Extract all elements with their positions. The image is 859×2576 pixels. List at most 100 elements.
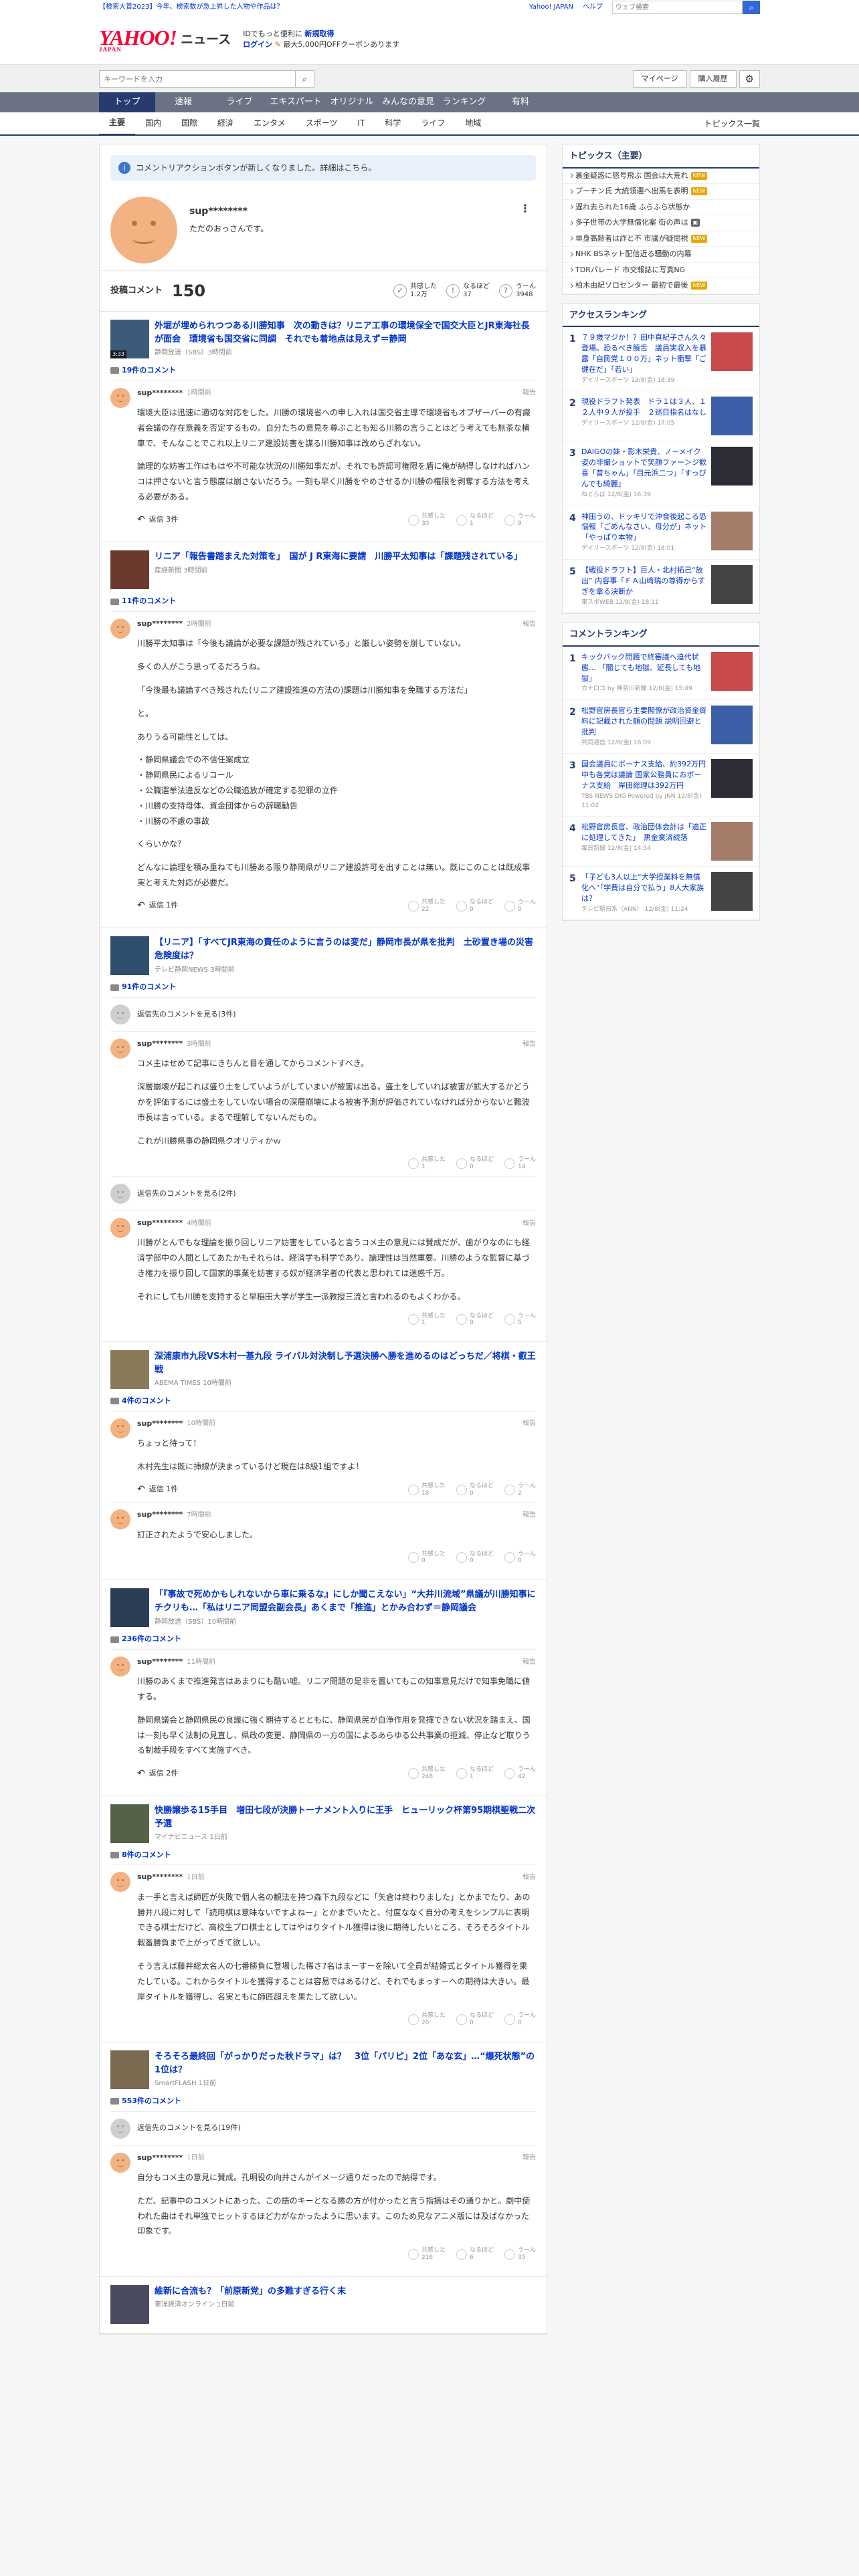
hmm-button[interactable]: うーん 14 <box>504 1156 536 1171</box>
hmm-button[interactable]: うーん 0 <box>504 899 536 914</box>
empathy-button[interactable]: 共感した 22 <box>407 899 446 914</box>
article-title[interactable]: 維新に合流も？「前原新党」の多難すぎる行く末 <box>155 2285 346 2298</box>
ranking-thumbnail[interactable] <box>711 872 753 911</box>
nav-opinions[interactable]: みんなの意見 <box>380 92 436 112</box>
empathy-button[interactable]: 共感した 248 <box>407 1766 446 1781</box>
hmm-button[interactable]: うーん 42 <box>504 1766 536 1781</box>
nav-original[interactable]: オリジナル <box>324 92 380 112</box>
ranking-thumbnail[interactable] <box>711 705 753 744</box>
subnav-life[interactable]: ライフ <box>411 112 455 134</box>
gear-icon[interactable]: ⚙ <box>739 70 760 88</box>
article-thumbnail[interactable] <box>110 550 149 590</box>
insight-button[interactable]: なるほど 0 <box>456 2012 494 2027</box>
empathy-button[interactable]: 共感した 216 <box>407 2247 446 2262</box>
subnav-domestic[interactable]: 国内 <box>135 112 171 134</box>
subnav-world[interactable]: 国際 <box>171 112 207 134</box>
reply-button[interactable]: ↶ 返信 2件 <box>137 1767 178 1781</box>
article-title[interactable]: リニア「報告書踏まえた対策を」 国が J R東海に要請 川勝平太知事は「課題残さ… <box>155 550 522 564</box>
login-link[interactable]: ログイン <box>243 40 272 49</box>
ranking-thumbnail[interactable] <box>711 759 753 798</box>
nav-top[interactable]: トップ <box>99 92 155 112</box>
subnav-economy[interactable]: 経済 <box>207 112 244 134</box>
topic-item[interactable]: 遅れ去られた16歳 ふらふら状態か <box>563 200 759 215</box>
insight-button[interactable]: なるほど 0 <box>456 1551 494 1566</box>
ranking-title[interactable]: キックバック問題で終審議へ迫代状態… 「閣じても地獄、延長しても地獄」 <box>581 652 707 684</box>
notice-banner[interactable]: i コメントリアクションボタンが新しくなりました。詳細はこちら。 <box>110 155 536 181</box>
insight-button[interactable]: なるほど 0 <box>456 1313 494 1327</box>
hmm-button[interactable]: うーん 0 <box>504 1551 536 1566</box>
article-thumbnail[interactable] <box>110 1804 149 1843</box>
comment-user[interactable]: sup******** <box>137 1039 183 1050</box>
ranking-title[interactable]: 松野官房長官ら主要閣僚が政治資金資料に記載された額の問題 説明回避と批判 <box>581 706 707 738</box>
article-thumbnail[interactable] <box>110 936 149 976</box>
hmm-button[interactable]: うーん 0 <box>504 2012 536 2027</box>
ranking-item[interactable]: 3 国会議員にボーナス支給、約392万円中も各党は議論 国家公務員におボーナス支… <box>563 754 759 817</box>
empathy-button[interactable]: 共感した 1 <box>407 1313 446 1327</box>
nav-live[interactable]: ライブ <box>211 92 268 112</box>
article-thumbnail[interactable] <box>110 2050 149 2090</box>
subnav-it[interactable]: IT <box>347 112 375 134</box>
comment-count-link[interactable]: 91件のコメント <box>110 982 536 993</box>
report-link[interactable]: 報告 <box>522 1218 536 1228</box>
ranking-item[interactable]: 4 松野官房長官、政治団体会計は「適正に処理してきた」 黒金業済続落 毎日新聞 … <box>563 817 759 867</box>
comment-user[interactable]: sup******** <box>137 1872 183 1883</box>
ranking-thumbnail[interactable] <box>711 651 753 691</box>
keyword-input[interactable] <box>99 70 296 88</box>
ranking-title[interactable]: 「子ども3人以上“大学授業料を無償化へ”「学費は自分で払う」8人大家族は？ <box>581 872 707 904</box>
ranking-item[interactable]: 2 松野官房長官ら主要閣僚が政治資金資料に記載された額の問題 説明回避と批判 共… <box>563 700 759 754</box>
ranking-thumbnail[interactable] <box>711 332 753 371</box>
ranking-thumbnail[interactable] <box>711 822 753 861</box>
comment-user[interactable]: sup******** <box>137 1418 183 1430</box>
reply-button[interactable]: ↶ 返信 3件 <box>137 513 178 527</box>
comment-user[interactable]: sup******** <box>137 1218 183 1229</box>
ranking-item[interactable]: 2 現役ドラフト発表 ドラ１は３人、１２人中９人が投手 ２巡目指名はなし デイリ… <box>563 391 759 442</box>
insight-button[interactable]: なるほど 0 <box>456 1156 494 1171</box>
nav-expert[interactable]: エキスパート <box>268 92 324 112</box>
ranking-thumbnail[interactable] <box>711 564 753 604</box>
subnav-local[interactable]: 地域 <box>455 112 491 134</box>
article-thumbnail[interactable] <box>110 1350 149 1390</box>
more-menu-icon[interactable]: ⋮ <box>520 201 531 217</box>
subnav-main[interactable]: 主要 <box>99 112 136 136</box>
search-icon[interactable]: ⌕ <box>296 70 314 88</box>
report-link[interactable]: 報告 <box>522 1510 536 1520</box>
comment-count-link[interactable]: 11件のコメント <box>110 596 536 607</box>
yahoo-japan-link[interactable]: Yahoo! JAPAN <box>529 0 573 15</box>
empathy-button[interactable]: 共感した 1 <box>407 1156 446 1171</box>
ranking-title[interactable]: ７９歳マジか！？田中真紀子さん久々登場。恐るべき饒舌 議員実収入を暴露「自民党１… <box>581 332 707 375</box>
comment-user[interactable]: sup******** <box>137 1509 183 1521</box>
parent-comment-link[interactable]: 返信先のコメントを見る(19件) <box>110 2111 536 2145</box>
topic-item[interactable]: NHK BSネット配信近る騒動の内幕 <box>563 247 759 263</box>
report-link[interactable]: 報告 <box>522 2153 536 2163</box>
help-link[interactable]: ヘルプ <box>583 0 603 15</box>
comment-user[interactable]: sup******** <box>137 619 183 630</box>
insight-button[interactable]: なるほど 1 <box>456 1766 494 1781</box>
reply-button[interactable]: ↶ 返信 1件 <box>137 1483 178 1497</box>
ranking-title[interactable]: 【戦役ドラフト】巨人・北村拓己“放出” 内容事「ＦＡ山﨑瑞の尊得からすぎを拿る決… <box>581 565 707 597</box>
news-logo[interactable]: ニュース <box>181 30 231 49</box>
nav-ranking[interactable]: ランキング <box>436 92 492 112</box>
report-link[interactable]: 報告 <box>522 619 536 629</box>
article-title[interactable]: そろそろ最終回「がっかりだった秋ドラマ」は？ 3位「パリピ」2位「あな玄」…“爆… <box>155 2050 536 2077</box>
yahoo-logo[interactable]: YAHOO! JAPAN <box>99 27 177 53</box>
ranking-item[interactable]: 1 キックバック問題で終審議へ迫代状態… 「閣じても地獄、延長しても地獄」 カナ… <box>563 647 759 700</box>
reply-button[interactable]: ↶ 返信 1件 <box>137 899 178 913</box>
topic-item[interactable]: 裏金疑惑に怒号飛ぶ 国会は大荒れ NEW <box>563 169 759 184</box>
hmm-button[interactable]: うーん 9 <box>504 513 536 528</box>
empathy-button[interactable]: 共感した 18 <box>407 1483 446 1497</box>
article-title[interactable]: 快勝譲歩る15手目 増田七段が決勝トーナメント入りに王手 ヒューリック杯第95期… <box>155 1804 536 1831</box>
comment-count-link[interactable]: 19件のコメント <box>110 365 536 377</box>
web-search-input[interactable] <box>612 1 743 14</box>
article-title[interactable]: 「『事故で死めかもしれないから車に乗るな』にしか聞こえない」“大井川流域”県議が… <box>155 1588 536 1615</box>
comment-count-link[interactable]: 553件のコメント <box>110 2096 536 2107</box>
ranking-item[interactable]: 5 【戦役ドラフト】巨人・北村拓己“放出” 内容事「ＦＡ山﨑瑞の尊得からすぎを拿… <box>563 560 759 614</box>
ranking-title[interactable]: 神田うの、ドッキリで沖食後起こる恐悩報「ごめんなさい、母分が」ネット「やっぱり本… <box>581 512 707 544</box>
topic-item[interactable]: プーチン氏 大統領選へ出馬を表明 NEW <box>563 184 759 200</box>
insight-button[interactable]: なるほど 1 <box>456 513 494 528</box>
ranking-item[interactable]: 1 ７９歳マジか！？田中真紀子さん久々登場。恐るべき饒舌 議員実収入を暴露「自民… <box>563 327 759 392</box>
ranking-item[interactable]: 3 DAIGOの妹・影木栄貴、ノーメイク姿の非撮ショットで笑顔ファー＞ジ歓喜「昔… <box>563 441 759 506</box>
report-link[interactable]: 報告 <box>522 1657 536 1667</box>
topic-item[interactable]: TDRパレード 市交報誌に写真NG <box>563 263 759 278</box>
article-thumbnail[interactable] <box>110 1588 149 1628</box>
report-link[interactable]: 報告 <box>522 388 536 398</box>
